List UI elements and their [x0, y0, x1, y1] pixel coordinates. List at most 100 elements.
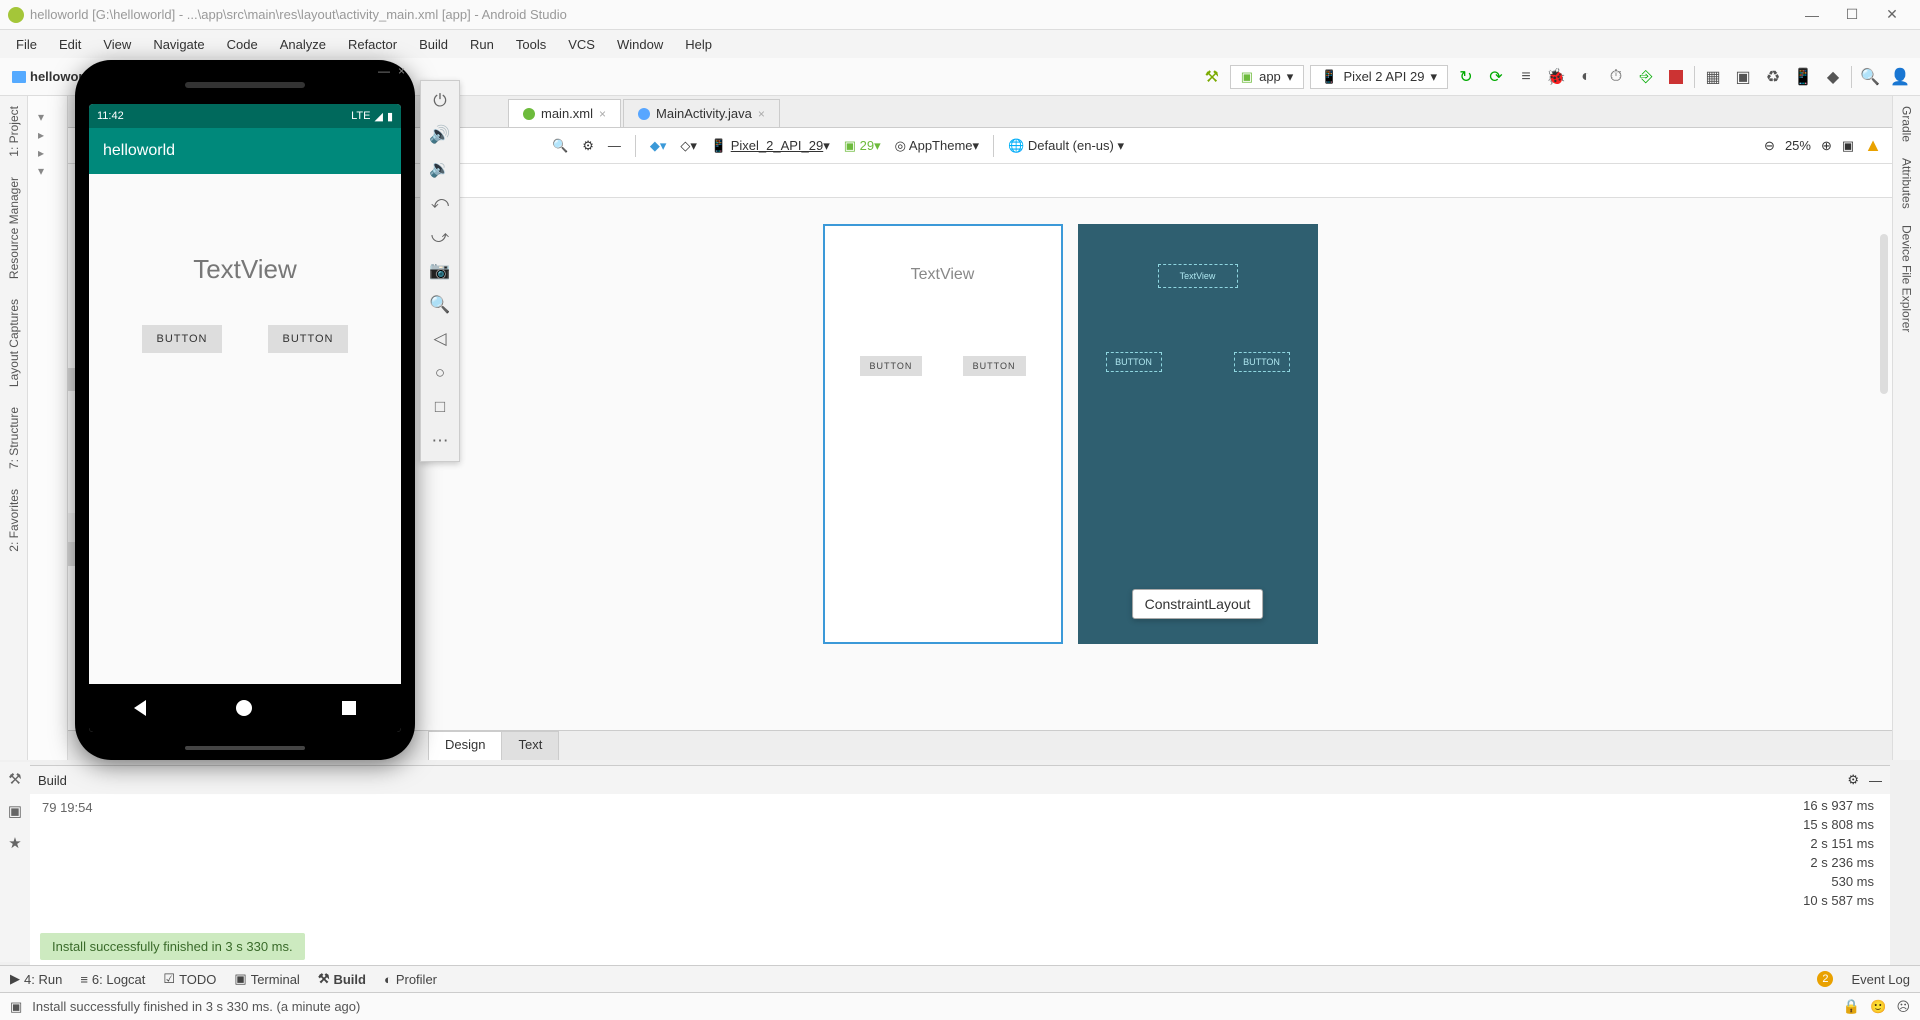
speed-icon[interactable]: ⏱ — [1604, 65, 1628, 89]
nav-recents-icon[interactable] — [342, 701, 356, 715]
menu-code[interactable]: Code — [217, 34, 268, 55]
sad-icon[interactable]: ☹ — [1896, 999, 1910, 1015]
device-dropdown[interactable]: 📱Pixel 2 API 29▾ — [1310, 65, 1448, 89]
close-tab-icon[interactable]: × — [758, 107, 765, 121]
emu-volume-down-icon[interactable]: 🔉 — [429, 159, 450, 179]
bug-icon[interactable]: 🐞 — [1544, 65, 1568, 89]
debug-button[interactable]: ≡ — [1514, 65, 1538, 89]
star-icon[interactable]: ★ — [8, 834, 21, 852]
left-tab-structure[interactable]: 7: Structure — [7, 407, 21, 469]
nav-home-icon[interactable] — [236, 700, 252, 716]
assistant-button[interactable]: ◆ — [1821, 65, 1845, 89]
menu-tools[interactable]: Tools — [506, 34, 556, 55]
locale-selector[interactable]: 🌐 Default (en-us) ▾ — [1008, 138, 1124, 154]
bp-textview[interactable]: TextView — [1158, 264, 1238, 288]
emulator-screen[interactable]: 11:42 LTE◢▮ helloworld TextView BUTTON B… — [89, 104, 401, 732]
emulator-button-1[interactable]: BUTTON — [142, 325, 221, 353]
theme-selector[interactable]: ◎ AppTheme▾ — [895, 138, 979, 154]
zoom-fit-button[interactable]: ▣ — [1842, 138, 1854, 154]
bottom-tab-profiler[interactable]: ◐ Profiler — [384, 972, 437, 987]
zoom-in-button[interactable]: ⊕ — [1821, 138, 1832, 154]
emu-camera-icon[interactable]: 📷 — [429, 261, 450, 281]
bp-button-2[interactable]: BUTTON — [1234, 352, 1290, 372]
right-tab-attributes[interactable]: Attributes — [1900, 158, 1914, 209]
emu-rotate-left-icon[interactable]: ⤺ — [431, 193, 449, 213]
maximize-button[interactable]: ☐ — [1832, 6, 1872, 23]
orientation-dropdown[interactable]: ◇▾ — [680, 138, 697, 154]
minimize-panel-icon[interactable]: — — [1869, 773, 1882, 788]
device-manager-button[interactable]: 📱 — [1791, 65, 1815, 89]
search-button[interactable]: 🔍 — [1858, 65, 1882, 89]
search-icon[interactable]: 🔍 — [552, 138, 568, 154]
emulator-close-icon[interactable]: × — [398, 64, 405, 78]
run-config-dropdown[interactable]: ▣app▾ — [1230, 65, 1305, 89]
attach-debugger-button[interactable]: ⎆ — [1634, 65, 1658, 89]
smile-icon[interactable]: 🙂 — [1870, 999, 1886, 1015]
right-tab-gradle[interactable]: Gradle — [1900, 106, 1914, 142]
sdk-manager-button[interactable]: ▣ — [1731, 65, 1755, 89]
close-tab-icon[interactable]: × — [599, 107, 606, 121]
filter-icon[interactable]: ▣ — [8, 802, 22, 820]
editor-tab-xml[interactable]: main.xml× — [508, 99, 621, 127]
emulator-button-2[interactable]: BUTTON — [268, 325, 347, 353]
menu-vcs[interactable]: VCS — [558, 34, 605, 55]
left-tab-project[interactable]: 1: Project — [7, 106, 21, 157]
canvas-button-1[interactable]: BUTTON — [860, 356, 923, 376]
tree-expand-icon[interactable]: ▾ — [38, 164, 57, 178]
text-tab[interactable]: Text — [501, 731, 559, 760]
menu-help[interactable]: Help — [675, 34, 722, 55]
emu-zoom-icon[interactable]: 🔍 — [429, 295, 450, 315]
menu-file[interactable]: File — [6, 34, 47, 55]
canvas-scrollbar[interactable] — [1880, 234, 1888, 394]
minimize-panel-icon[interactable]: — — [608, 138, 621, 153]
left-tab-layout-captures[interactable]: Layout Captures — [7, 299, 21, 387]
sync-button[interactable]: ♻ — [1761, 65, 1785, 89]
right-tab-device-file-explorer[interactable]: Device File Explorer — [1900, 225, 1914, 332]
menu-view[interactable]: View — [93, 34, 141, 55]
emu-overview-icon[interactable]: □ — [435, 397, 445, 417]
run-button[interactable]: ↻ — [1454, 65, 1478, 89]
tree-expand-icon[interactable]: ▸ — [38, 128, 57, 142]
bottom-tab-logcat[interactable]: ≡ 6: Logcat — [80, 972, 145, 987]
apply-changes-button[interactable]: ⟳ — [1484, 65, 1508, 89]
emu-more-icon[interactable]: ⋯ — [432, 431, 449, 451]
bottom-tab-todo[interactable]: ☑ TODO — [163, 971, 216, 987]
settings-icon[interactable]: ⚙ — [582, 138, 594, 154]
tree-expand-icon[interactable]: ▾ — [38, 110, 57, 124]
api-selector[interactable]: ▣ 29▾ — [844, 138, 881, 154]
left-tab-resource-manager[interactable]: Resource Manager — [7, 177, 21, 279]
warning-icon[interactable]: ▲ — [1864, 135, 1882, 156]
menu-window[interactable]: Window — [607, 34, 673, 55]
emulator-minimize-icon[interactable]: — — [378, 64, 390, 78]
bottom-tab-build[interactable]: ⚒ Build — [318, 971, 366, 987]
settings-icon[interactable]: ⚙ — [1847, 772, 1859, 788]
canvas-button-2[interactable]: BUTTON — [963, 356, 1026, 376]
left-tab-favorites[interactable]: 2: Favorites — [7, 489, 21, 552]
menu-refactor[interactable]: Refactor — [338, 34, 407, 55]
close-button[interactable]: ✕ — [1872, 6, 1912, 23]
menu-build[interactable]: Build — [409, 34, 458, 55]
device-selector[interactable]: 📱 Pixel_2_API_29▾ — [711, 138, 830, 154]
tree-expand-icon[interactable]: ▸ — [38, 146, 57, 160]
emu-home-icon[interactable]: ○ — [435, 363, 445, 383]
canvas-textview[interactable]: TextView — [825, 266, 1061, 284]
profile-button[interactable]: ◐ — [1574, 65, 1598, 89]
avd-manager-button[interactable]: ▦ — [1701, 65, 1725, 89]
menu-run[interactable]: Run — [460, 34, 504, 55]
account-icon[interactable]: 👤 — [1888, 65, 1912, 89]
bottom-tab-terminal[interactable]: ▣ Terminal — [234, 971, 299, 987]
stop-button[interactable] — [1664, 65, 1688, 89]
menu-navigate[interactable]: Navigate — [143, 34, 214, 55]
emu-power-icon[interactable]: ⏻ — [433, 91, 446, 111]
emu-back-icon[interactable]: ◁ — [433, 329, 446, 349]
design-surface[interactable]: TextView BUTTON BUTTON — [823, 224, 1063, 644]
emu-volume-up-icon[interactable]: 🔊 — [429, 125, 450, 145]
blueprint-surface[interactable]: TextView BUTTON BUTTON ConstraintLayout — [1078, 224, 1318, 644]
nav-back-icon[interactable] — [134, 700, 146, 716]
bottom-tab-run[interactable]: ▶ 4: Run — [10, 971, 62, 987]
hammer-icon[interactable]: ⚒ — [8, 770, 21, 788]
make-project-button[interactable]: ⚒ — [1200, 65, 1224, 89]
zoom-out-button[interactable]: ⊖ — [1764, 138, 1775, 154]
emulator-window[interactable]: — × 11:42 LTE◢▮ helloworld TextView BUTT… — [75, 60, 415, 760]
bp-button-1[interactable]: BUTTON — [1106, 352, 1162, 372]
